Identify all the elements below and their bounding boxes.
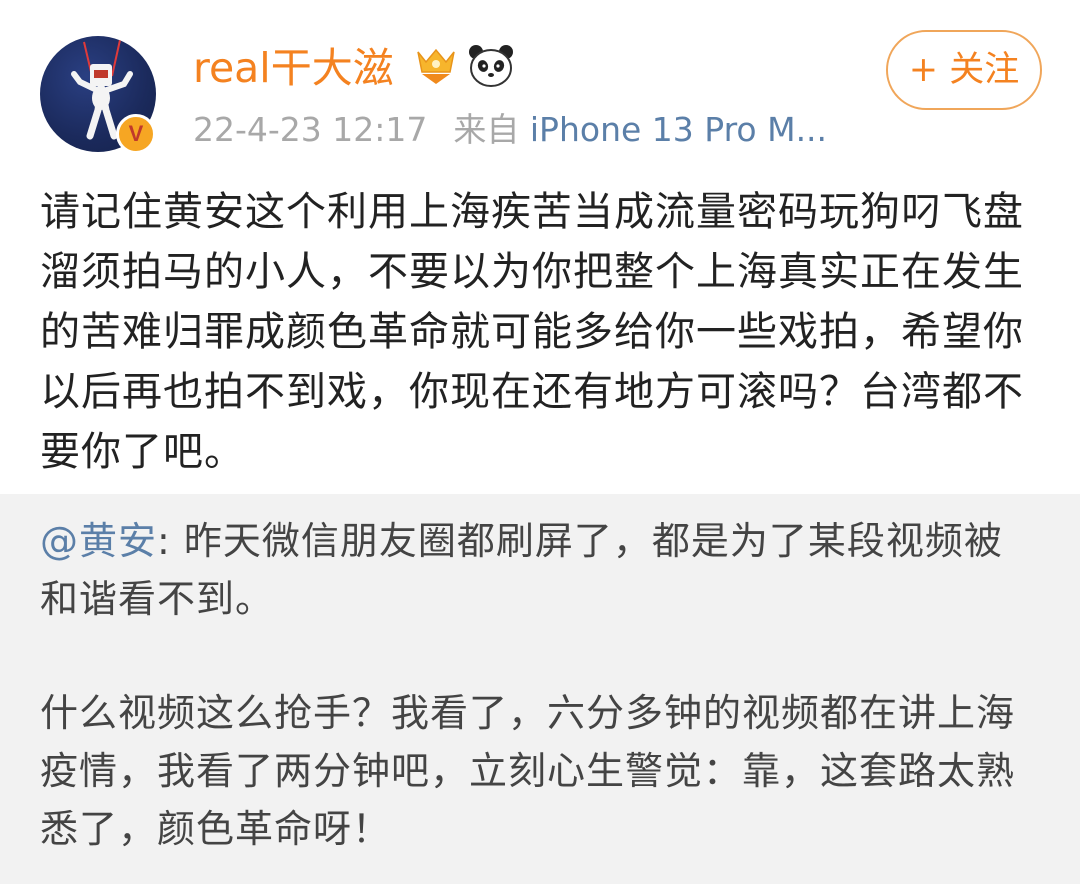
repost-text-2: 什么视频这么抢手？我看了，六分多钟的视频都在讲上海疫情，我看了两分钟吧，立刻心生… <box>40 691 1016 851</box>
verified-badge-icon: V <box>116 114 156 154</box>
post-body: 请记住黄安这个利用上海疾苦当成流量密码玩狗叼飞盘溜须拍马的小人，不要以为你把整个… <box>40 189 1024 475</box>
source-prefix: 来自 <box>453 110 520 149</box>
repost-paragraph: @黄安: 昨天微信朋友圈都刷屏了，都是为了某段视频被和谐看不到。 <box>40 512 1040 628</box>
weibo-post-card: V real干大滋 22-4-23 12:17 来自 iPhone 13 Pro… <box>0 0 1080 884</box>
post-timestamp: 22-4-23 12:17 <box>193 110 428 149</box>
follow-button[interactable]: + 关注 <box>886 30 1042 110</box>
device-source-link[interactable]: iPhone 13 Pro M... <box>530 110 827 149</box>
reposted-content[interactable]: @黄安: 昨天微信朋友圈都刷屏了，都是为了某段视频被和谐看不到。 什么视频这么抢… <box>0 494 1080 884</box>
panda-icon[interactable] <box>466 42 516 88</box>
vip-crown-icon[interactable] <box>414 46 458 86</box>
author-name[interactable]: real干大滋 <box>193 42 394 94</box>
post-header: V real干大滋 22-4-23 12:17 来自 iPhone 13 Pro… <box>0 0 1080 170</box>
post-meta: 22-4-23 12:17 来自 iPhone 13 Pro M... <box>193 108 827 152</box>
mention-link[interactable]: @黄安 <box>40 519 157 563</box>
repost-body: @黄安: 昨天微信朋友圈都刷屏了，都是为了某段视频被和谐看不到。 什么视频这么抢… <box>40 512 1040 858</box>
repost-text-1: : 昨天微信朋友圈都刷屏了，都是为了某段视频被和谐看不到。 <box>40 519 1003 621</box>
